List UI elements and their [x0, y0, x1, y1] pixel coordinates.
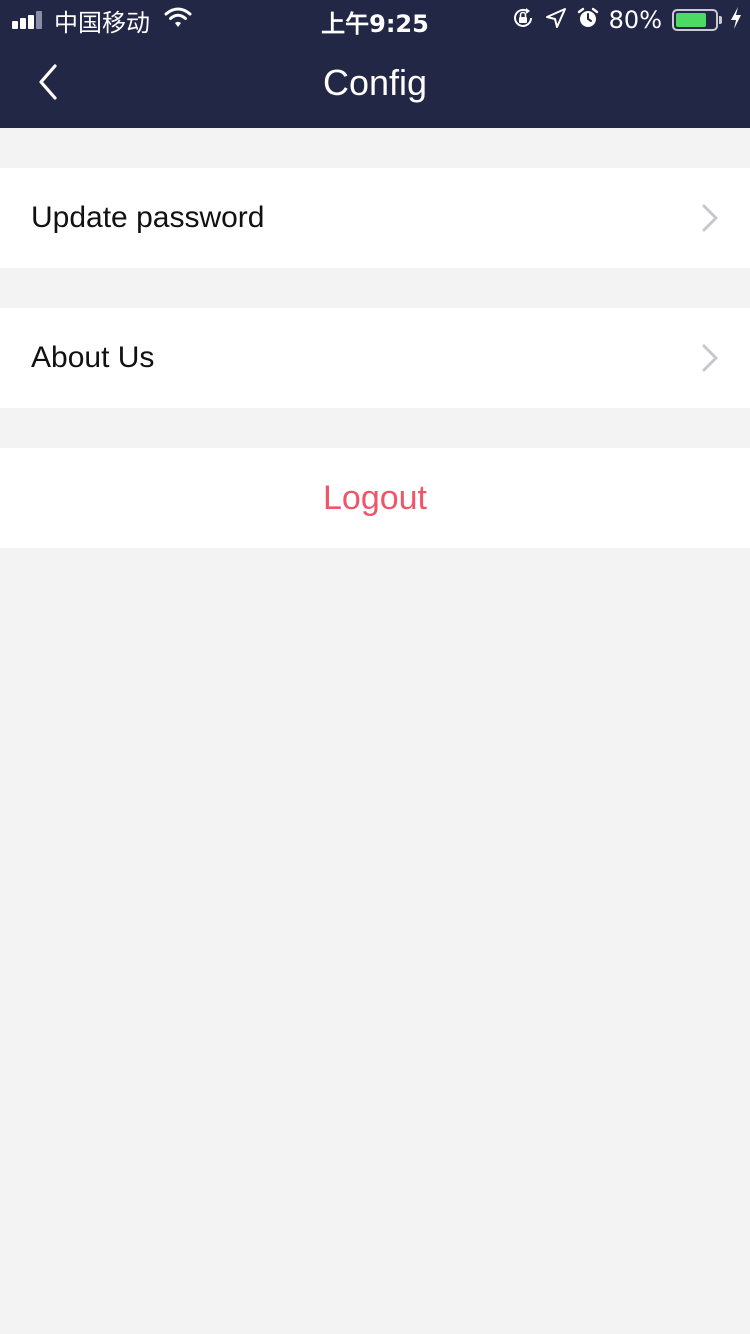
about-us-row[interactable]: About Us	[0, 308, 750, 408]
nav-bar: Config	[0, 40, 750, 128]
page-title: Config	[322, 62, 428, 103]
logout-button[interactable]: Logout	[0, 448, 750, 548]
chevron-left-icon	[37, 63, 59, 105]
about-us-label: About Us	[31, 341, 155, 374]
chevron-right-icon	[698, 344, 722, 372]
battery-fill	[676, 13, 707, 27]
orientation-lock-icon	[511, 6, 535, 35]
back-button[interactable]	[20, 56, 76, 112]
signal-icon	[12, 11, 44, 29]
update-password-label: Update password	[31, 201, 265, 234]
alarm-icon	[577, 7, 599, 34]
status-bar: 中国移动 上午9:25 80%	[0, 0, 750, 40]
settings-list: Update password About Us Logout	[0, 128, 750, 548]
update-password-row[interactable]: Update password	[0, 168, 750, 268]
top-bar: 中国移动 上午9:25 80% Config	[0, 0, 750, 128]
logout-label: Logout	[323, 478, 427, 517]
status-left: 中国移动	[12, 6, 192, 37]
battery-icon	[672, 9, 722, 31]
battery-percent: 80%	[608, 6, 662, 34]
chevron-right-icon	[698, 204, 722, 232]
charging-bolt-icon	[730, 6, 742, 34]
wifi-icon	[164, 7, 192, 34]
status-right: 80%	[501, 4, 742, 36]
carrier-name: 中国移动	[54, 8, 150, 37]
location-icon	[545, 7, 567, 34]
